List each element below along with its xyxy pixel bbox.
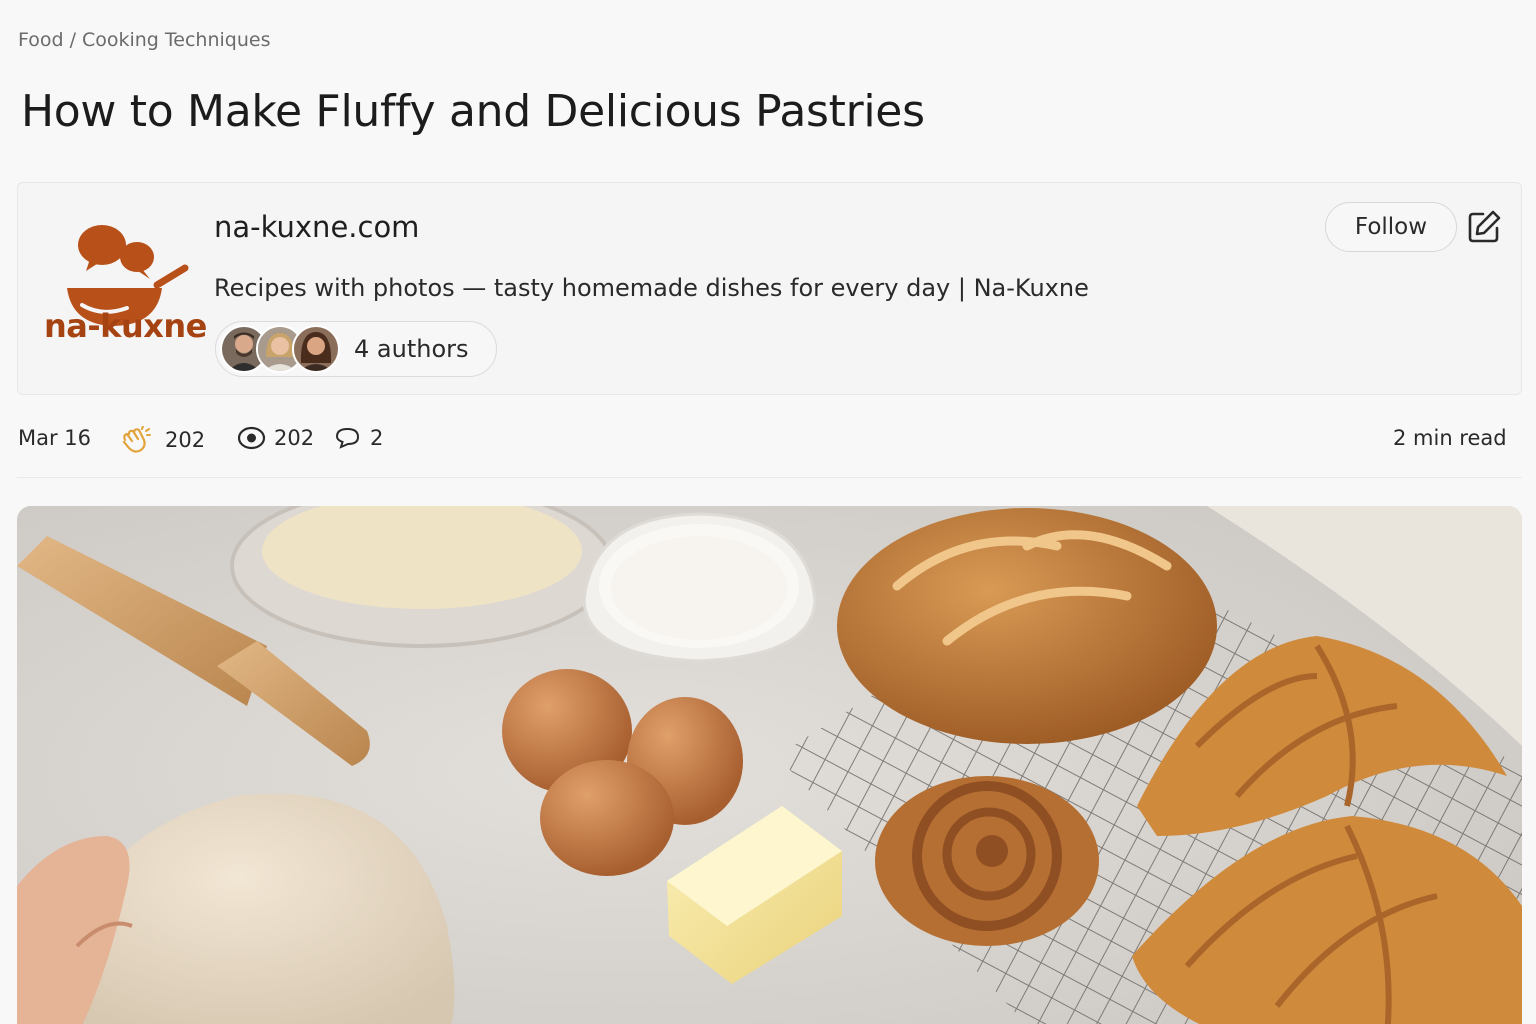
hero-image: [17, 506, 1522, 1024]
comment-count: 2: [370, 426, 384, 450]
clap-count: 202: [165, 428, 206, 452]
publisher-description: Recipes with photos — tasty homemade dis…: [214, 274, 1089, 302]
authors-count-label: 4 authors: [354, 335, 469, 363]
authors-button[interactable]: 4 authors: [215, 321, 497, 377]
publisher-card: na-kuxne na-kuxne.com Recipes with photo…: [17, 182, 1522, 395]
comment-icon[interactable]: [335, 426, 360, 450]
clap-group[interactable]: 202: [120, 426, 205, 454]
breadcrumb: Food / Cooking Techniques: [18, 29, 270, 51]
publish-date: Mar 16: [18, 426, 92, 450]
article-meta: Mar 16 202 202 2 2 min read: [0, 426, 1536, 454]
edit-icon[interactable]: [1466, 209, 1502, 245]
eye-icon: [237, 426, 266, 450]
read-time: 2 min read: [1393, 426, 1507, 450]
view-count: 202: [274, 426, 315, 450]
breadcrumb-cooking-techniques[interactable]: Cooking Techniques: [82, 29, 271, 51]
comments-group[interactable]: 2: [335, 426, 383, 450]
publisher-site-name[interactable]: na-kuxne.com: [214, 210, 419, 244]
page-title: How to Make Fluffy and Delicious Pastrie…: [21, 86, 925, 137]
breadcrumb-food[interactable]: Food: [18, 29, 64, 51]
pastry-photo-illustration: [17, 506, 1522, 1024]
author-avatar: [292, 325, 340, 373]
breadcrumb-separator: /: [69, 29, 76, 51]
views-group: 202: [237, 426, 314, 450]
divider: [17, 477, 1522, 478]
clap-icon[interactable]: [120, 426, 152, 454]
follow-button[interactable]: Follow: [1325, 202, 1457, 252]
publisher-logo-text: na-kuxne: [44, 307, 207, 345]
